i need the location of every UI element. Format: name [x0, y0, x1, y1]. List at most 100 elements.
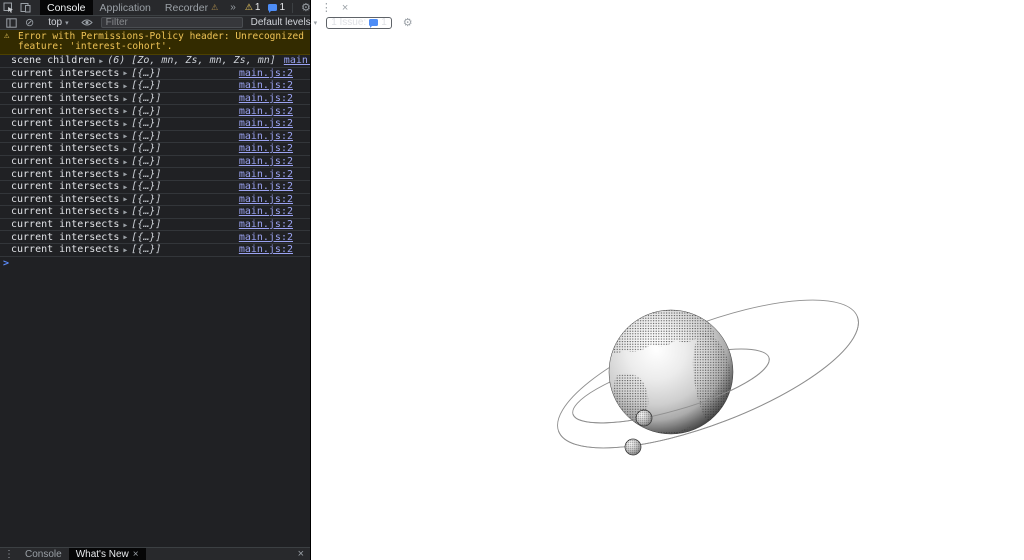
expand-arrow-icon[interactable]: ▶ [123, 170, 127, 178]
threejs-canvas[interactable] [311, 0, 1024, 560]
object-preview[interactable]: [{…}] [131, 244, 161, 255]
console-log-row[interactable]: current intersects ▶ [{…}] main.js:2 [0, 219, 310, 232]
source-link[interactable]: main.js:2 [239, 68, 293, 79]
drawer-tab-whats-new-label: What's New [76, 549, 129, 560]
expand-arrow-icon[interactable]: ▶ [123, 233, 127, 241]
console-log-row[interactable]: current intersects ▶ [{…}] main.js:2 [0, 80, 310, 93]
object-preview[interactable]: [{…}] [131, 131, 161, 142]
expand-arrow-icon[interactable]: ▶ [123, 158, 127, 166]
source-link[interactable]: main.js:2 [239, 244, 293, 255]
console-errors-badge[interactable]: ⚠ 1 [241, 0, 265, 15]
close-tab-icon[interactable]: × [133, 549, 139, 560]
issues-icon [268, 4, 277, 11]
object-preview[interactable]: [{…}] [131, 194, 161, 205]
object-preview[interactable]: [{…}] [131, 68, 161, 79]
console-sidebar-toggle[interactable] [3, 18, 20, 28]
console-log-row[interactable]: current intersects ▶ [{…}] main.js:2 [0, 244, 310, 257]
tab-recorder[interactable]: Recorder ⚠ [158, 0, 225, 15]
expand-arrow-icon[interactable]: ▶ [123, 145, 127, 153]
console-empty-space[interactable] [0, 271, 310, 548]
source-link[interactable]: main.js:2 [239, 181, 293, 192]
expand-arrow-icon[interactable]: ▶ [99, 57, 103, 65]
console-warning-message[interactable]: ⚠ Error with Permissions-Policy header: … [0, 30, 310, 55]
clear-console-button[interactable]: ⊘ [20, 16, 39, 29]
object-preview[interactable]: [{…}] [131, 219, 161, 230]
tab-application[interactable]: Application [93, 0, 158, 15]
console-log-row[interactable]: current intersects ▶ [{…}] main.js:2 [0, 118, 310, 131]
source-link[interactable]: main.js:2 [239, 219, 293, 230]
source-link[interactable]: main.js:2 [239, 194, 293, 205]
console-log-row[interactable]: scene children ▶ (6) [Zo, mn, Zs, mn, Zs… [0, 55, 310, 68]
source-link[interactable]: main.js:2 [284, 55, 310, 66]
devtools-panel: Console Application Recorder ⚠ » ⚠ 1 1 [0, 0, 311, 560]
log-label: current intersects [11, 169, 119, 180]
object-preview[interactable]: [{…}] [131, 106, 161, 117]
object-preview[interactable]: [{…}] [131, 232, 161, 243]
console-settings-gear-button[interactable]: ⚙ [398, 16, 418, 29]
issues-counter-button[interactable]: 1 Issue: 1 [326, 17, 392, 29]
console-log-row[interactable]: current intersects ▶ [{…}] main.js:2 [0, 131, 310, 144]
expand-arrow-icon[interactable]: ▶ [123, 221, 127, 229]
source-link[interactable]: main.js:2 [239, 93, 293, 104]
context-selector[interactable]: top ▾ [45, 17, 71, 28]
earth-globe [609, 310, 733, 438]
expand-arrow-icon[interactable]: ▶ [123, 246, 127, 254]
console-prompt[interactable]: > [0, 257, 310, 271]
source-link[interactable]: main.js:2 [239, 143, 293, 154]
source-link[interactable]: main.js:2 [239, 80, 293, 91]
console-log-row[interactable]: current intersects ▶ [{…}] main.js:2 [0, 68, 310, 81]
object-preview[interactable]: [{…}] [131, 118, 161, 129]
expand-arrow-icon[interactable]: ▶ [123, 183, 127, 191]
object-preview[interactable]: (6) [Zo, mn, Zs, mn, Zs, mn] [107, 55, 276, 66]
issues-badge[interactable]: 1 [264, 0, 289, 15]
drawer-menu-button[interactable]: ⋮ [0, 548, 18, 560]
expand-arrow-icon[interactable]: ▶ [123, 107, 127, 115]
expand-arrow-icon[interactable]: ▶ [123, 69, 127, 77]
devtools-menu-button[interactable]: ⋮ [316, 0, 337, 15]
expand-arrow-icon[interactable]: ▶ [123, 120, 127, 128]
expand-arrow-icon[interactable]: ▶ [123, 132, 127, 140]
console-log-row[interactable]: current intersects ▶ [{…}] main.js:2 [0, 105, 310, 118]
drawer-tab-console[interactable]: Console [18, 548, 69, 560]
object-preview[interactable]: [{…}] [131, 93, 161, 104]
divider [292, 3, 293, 13]
expand-arrow-icon[interactable]: ▶ [123, 82, 127, 90]
object-preview[interactable]: [{…}] [131, 156, 161, 167]
expand-arrow-icon[interactable]: ▶ [123, 95, 127, 103]
close-drawer-button[interactable]: × [292, 548, 310, 560]
live-expression-eye-button[interactable] [78, 18, 96, 27]
source-link[interactable]: main.js:2 [239, 106, 293, 117]
object-preview[interactable]: [{…}] [131, 143, 161, 154]
console-log-row[interactable]: current intersects ▶ [{…}] main.js:2 [0, 181, 310, 194]
console-log-row[interactable]: current intersects ▶ [{…}] main.js:2 [0, 206, 310, 219]
object-preview[interactable]: [{…}] [131, 181, 161, 192]
expand-arrow-icon[interactable]: ▶ [123, 208, 127, 216]
object-preview[interactable]: [{…}] [131, 206, 161, 217]
console-log-row[interactable]: current intersects ▶ [{…}] main.js:2 [0, 168, 310, 181]
page-viewport[interactable] [311, 0, 1024, 560]
device-toolbar-button[interactable] [17, 0, 34, 15]
console-log-row[interactable]: current intersects ▶ [{…}] main.js:2 [0, 194, 310, 207]
console-log-row[interactable]: current intersects ▶ [{…}] main.js:2 [0, 231, 310, 244]
log-label: current intersects [11, 219, 119, 230]
source-link[interactable]: main.js:2 [239, 206, 293, 217]
source-link[interactable]: main.js:2 [239, 169, 293, 180]
log-levels-selector[interactable]: Default levels ▾ [248, 17, 321, 28]
object-preview[interactable]: [{…}] [131, 169, 161, 180]
settings-gear-button[interactable]: ⚙ [296, 0, 316, 15]
console-log-row[interactable]: current intersects ▶ [{…}] main.js:2 [0, 143, 310, 156]
source-link[interactable]: main.js:2 [239, 131, 293, 142]
source-link[interactable]: main.js:2 [239, 232, 293, 243]
close-devtools-button[interactable]: × [337, 0, 353, 15]
inspect-element-button[interactable] [0, 0, 17, 15]
console-log-row[interactable]: current intersects ▶ [{…}] main.js:2 [0, 156, 310, 169]
expand-arrow-icon[interactable]: ▶ [123, 195, 127, 203]
filter-input[interactable] [101, 17, 243, 28]
object-preview[interactable]: [{…}] [131, 80, 161, 91]
source-link[interactable]: main.js:2 [239, 118, 293, 129]
source-link[interactable]: main.js:2 [239, 156, 293, 167]
more-tabs-button[interactable]: » [225, 0, 241, 15]
drawer-tab-whats-new[interactable]: What's New × [69, 548, 146, 560]
console-log-row[interactable]: current intersects ▶ [{…}] main.js:2 [0, 93, 310, 106]
tab-console[interactable]: Console [40, 0, 93, 15]
